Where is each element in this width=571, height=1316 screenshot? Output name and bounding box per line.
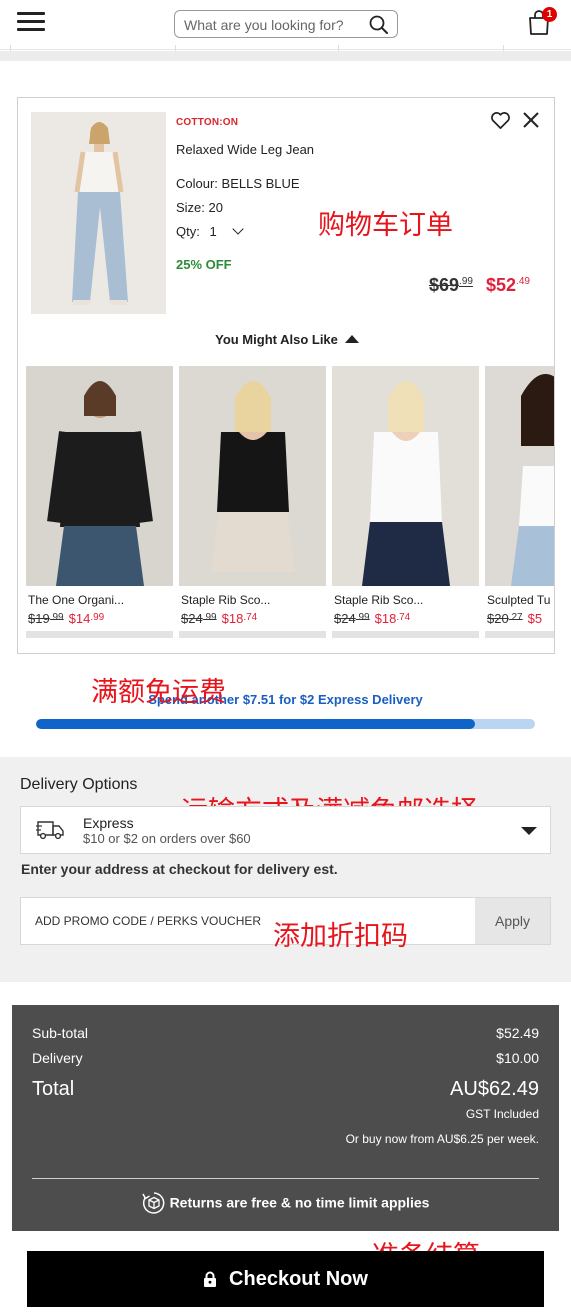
returns-icon — [141, 1192, 164, 1214]
brand-logo: COTTON:ON — [176, 117, 239, 128]
discount-label: 25% OFF — [176, 257, 232, 272]
search-box[interactable] — [174, 10, 398, 38]
delivery-option-description: $10 or $2 on orders over $60 — [83, 831, 251, 846]
recommendation-card[interactable]: The One Organi... $19.99 $14.99 — [26, 366, 173, 638]
triangle-up-icon — [344, 335, 359, 343]
product-size: Size: 20 — [176, 200, 223, 215]
recommendation-image — [332, 366, 479, 586]
search-input[interactable] — [184, 15, 364, 34]
close-icon[interactable] — [522, 111, 540, 129]
recommendation-card[interactable]: Staple Rib Sco... $24.99 $18.74 — [179, 366, 326, 638]
recommendation-card[interactable]: Sculpted Tu $20.27 $5 — [485, 366, 554, 638]
annotation-cart-order: 购物车订单 — [318, 210, 453, 241]
shipping-progress-fill — [36, 719, 476, 729]
free-shipping-message: Spend another $7.51 for $2 Express Deliv… — [148, 692, 423, 707]
qty-label: Qty: — [176, 224, 200, 239]
search-icon[interactable] — [369, 15, 389, 35]
quantity-selector[interactable]: Qty: 1 — [176, 223, 244, 239]
header-divider-band — [0, 51, 571, 61]
sale-price: $52.49 — [486, 275, 530, 295]
recommendation-name: Sculpted Tu — [487, 593, 551, 607]
recommendation-name: Staple Rib Sco... — [334, 593, 424, 607]
address-note: Enter your address at checkout for deliv… — [21, 861, 338, 877]
product-name[interactable]: Relaxed Wide Leg Jean — [176, 142, 314, 157]
recommendation-price: $24.99 $18.74 — [181, 611, 258, 626]
caret-down-icon — [521, 827, 537, 835]
recommendation-image — [179, 366, 326, 586]
shipping-progress-bar — [36, 719, 535, 729]
add-to-bag-bar[interactable] — [179, 631, 326, 638]
total-label: Total — [32, 1078, 75, 1100]
checkout-label: Checkout Now — [229, 1267, 368, 1290]
recommendation-price: $24.99 $18.74 — [334, 611, 411, 626]
recommendation-price: $19.99 $14.99 — [28, 611, 105, 626]
delivery-value: $10.00 — [496, 1050, 539, 1066]
cart-item-card: COTTON:ON Relaxed Wide Leg Jean Colour: … — [17, 97, 555, 654]
original-price: $69.99 — [429, 275, 473, 295]
gst-note: GST Included — [465, 1107, 539, 1121]
heart-icon[interactable] — [490, 111, 511, 130]
recommendation-image — [485, 366, 554, 586]
top-header: 1 — [0, 0, 571, 50]
buy-now-pay-later-note[interactable]: Or buy now from AU$6.25 per week. — [346, 1132, 539, 1146]
recommendation-card[interactable]: Staple Rib Sco... $24.99 $18.74 — [332, 366, 479, 638]
menu-icon[interactable] — [17, 12, 45, 32]
add-to-bag-bar[interactable] — [26, 631, 173, 638]
recommendation-name: The One Organi... — [28, 593, 125, 607]
returns-note: Returns are free & no time limit applies — [12, 1192, 559, 1216]
product-image[interactable] — [31, 112, 166, 314]
delivery-options-title: Delivery Options — [20, 776, 138, 793]
truck-icon — [36, 821, 64, 840]
recommendation-price: $20.27 $5 — [487, 611, 543, 626]
subtotal-value: $52.49 — [496, 1025, 539, 1041]
order-summary: Sub-total $52.49 Delivery $10.00 Total A… — [12, 1005, 559, 1231]
lock-icon — [204, 1271, 217, 1287]
qty-value: 1 — [209, 224, 217, 239]
you-might-also-like-toggle[interactable]: You Might Also Like — [18, 332, 554, 347]
summary-divider — [32, 1178, 539, 1179]
recommendation-image — [26, 366, 173, 586]
cart-count-badge: 1 — [542, 7, 557, 22]
delivery-option-select[interactable]: Express $10 or $2 on orders over $60 — [20, 806, 551, 854]
recommendation-name: Staple Rib Sco... — [181, 593, 271, 607]
annotation-free-shipping: 满额免运费 — [91, 677, 226, 708]
annotation-promo: 添加折扣码 — [273, 921, 408, 952]
checkout-button[interactable]: Checkout Now — [27, 1251, 544, 1307]
chevron-down-icon — [232, 223, 244, 235]
product-colour: Colour: BELLS BLUE — [176, 176, 300, 191]
subtotal-label: Sub-total — [32, 1025, 89, 1041]
total-value: AU$62.49 — [450, 1078, 539, 1100]
delivery-label: Delivery — [32, 1050, 83, 1066]
apply-promo-button[interactable]: Apply — [475, 898, 550, 944]
add-to-bag-bar[interactable] — [332, 631, 479, 638]
delivery-option-name: Express — [83, 815, 134, 831]
add-to-bag-bar[interactable] — [485, 631, 554, 638]
